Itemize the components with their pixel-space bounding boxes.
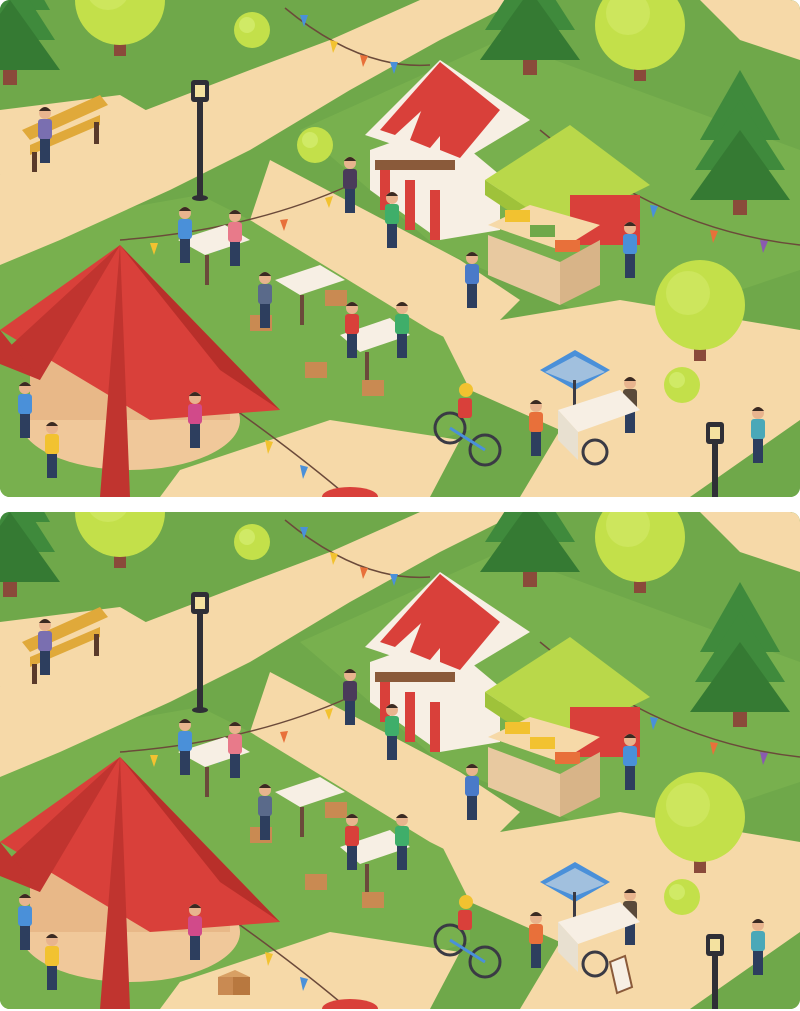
person — [345, 814, 359, 870]
person — [751, 919, 765, 975]
person — [385, 704, 399, 760]
person — [18, 382, 32, 438]
person — [178, 719, 192, 775]
person — [45, 422, 59, 478]
puzzle-panel-modified[interactable] — [0, 512, 800, 1009]
person — [188, 904, 202, 960]
park-scene-modified — [0, 512, 800, 1009]
person-on-bench — [38, 107, 52, 163]
person — [395, 302, 409, 358]
person-on-bench — [38, 619, 52, 675]
person — [345, 302, 359, 358]
person — [465, 764, 479, 820]
park-scene-original — [0, 0, 800, 497]
person — [385, 192, 399, 248]
person — [45, 934, 59, 990]
bush — [664, 879, 700, 915]
person — [18, 894, 32, 950]
bush — [297, 127, 333, 163]
person — [228, 210, 242, 266]
person — [188, 392, 202, 448]
panel-divider — [0, 497, 800, 512]
person — [529, 400, 543, 456]
person — [395, 814, 409, 870]
person — [258, 272, 272, 328]
person — [178, 207, 192, 263]
bush — [234, 524, 270, 560]
person — [343, 157, 357, 213]
stall-vendor — [623, 734, 637, 790]
puzzle-panel-original[interactable] — [0, 0, 800, 497]
person — [751, 407, 765, 463]
bush — [664, 367, 700, 403]
person — [343, 669, 357, 725]
person — [529, 912, 543, 968]
person — [228, 722, 242, 778]
bush — [234, 12, 270, 48]
person — [258, 784, 272, 840]
person — [465, 252, 479, 308]
stall-vendor — [623, 222, 637, 278]
